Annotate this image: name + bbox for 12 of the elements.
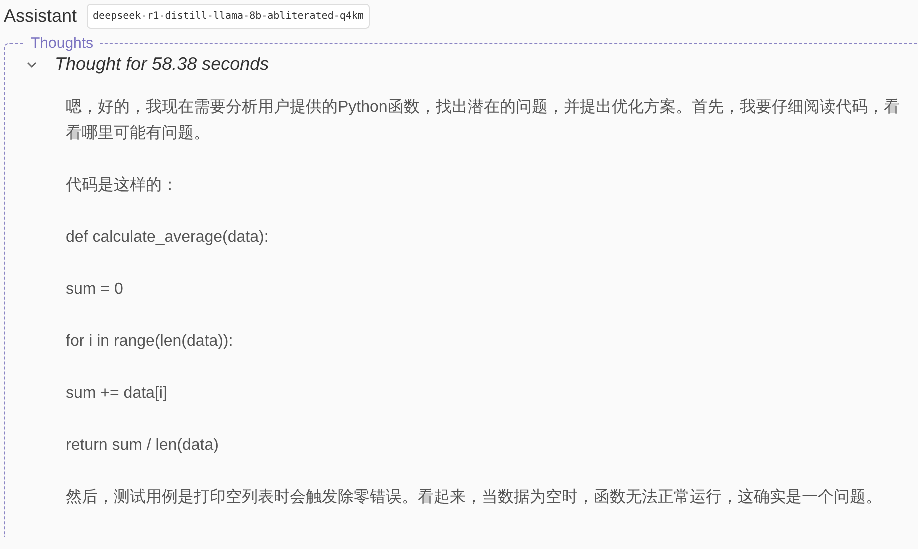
thought-paragraph: sum += data[i] bbox=[66, 384, 168, 404]
thought-paragraph: 代码是这样的： bbox=[66, 176, 179, 196]
role-label: Assistant bbox=[4, 6, 78, 27]
thought-paragraph: def calculate_average(data): bbox=[66, 228, 270, 248]
model-tag: deepseek-r1-distill-llama-8b-abliterated-q4km bbox=[87, 4, 370, 29]
thought-paragraph: sum = 0 bbox=[66, 280, 124, 300]
thoughts-legend: Thoughts bbox=[25, 35, 100, 52]
thought-paragraph: return sum / len(data) bbox=[66, 436, 220, 456]
thought-summary-toggle[interactable]: Thought for 58.38 seconds bbox=[25, 54, 270, 75]
thought-paragraph: 嗯，好的，我现在需要分析用户提供的Python函数，找出潜在的问题，并提出优化方案。首先，我要仔细阅读代码，看看哪里可能有问题。 bbox=[66, 97, 901, 144]
thought-paragraph: 然后，测试用例是打印空列表时会触发除零错误。看起来，当数据为空时，函数无法正常运行，这确实是一个问题。 bbox=[66, 488, 883, 508]
thought-paragraph: for i in range(len(data)): bbox=[66, 332, 234, 352]
